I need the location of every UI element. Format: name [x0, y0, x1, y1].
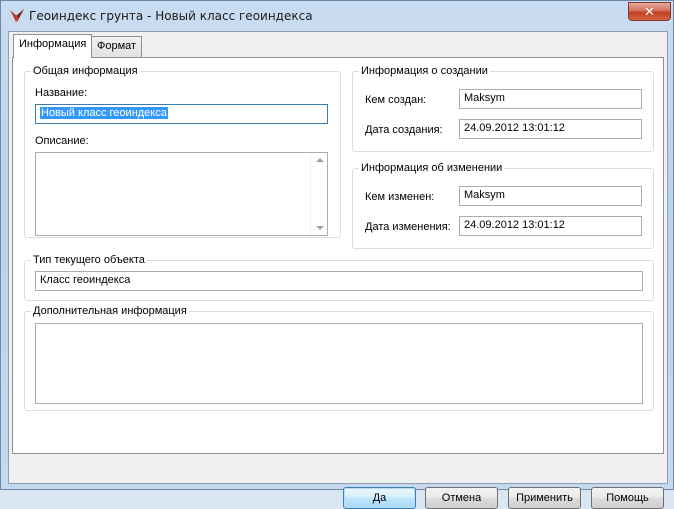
- app-icon: [9, 8, 25, 24]
- created-by-label: Кем создан:: [365, 94, 427, 106]
- additional-info-legend: Дополнительная информация: [31, 305, 189, 318]
- title-bar[interactable]: Геоиндекс грунта - Новый класс геоиндекс…: [1, 1, 673, 31]
- general-info-legend: Общая информация: [31, 65, 140, 78]
- scroll-down-arrow-icon[interactable]: [316, 226, 324, 230]
- modification-info-legend: Информация об изменении: [359, 162, 505, 175]
- object-type-field[interactable]: Класс геоиндекса: [35, 271, 643, 291]
- help-button[interactable]: Помощь: [591, 487, 664, 509]
- dialog-client-area: Информация Формат Общая информация Назва…: [8, 31, 668, 509]
- name-value: Новый класс геоиндекса: [40, 107, 168, 119]
- additional-info-group: Дополнительная информация: [24, 305, 654, 411]
- description-label: Описание:: [35, 135, 89, 147]
- name-field[interactable]: Новый класс геоиндекса: [35, 104, 328, 124]
- dialog-window: Геоиндекс грунта - Новый класс геоиндекс…: [0, 0, 674, 509]
- created-by-field[interactable]: Maksym: [459, 89, 642, 109]
- cancel-button[interactable]: Отмена: [425, 487, 498, 509]
- name-label: Название:: [35, 87, 88, 99]
- created-date-label: Дата создания:: [365, 124, 443, 136]
- tab-information[interactable]: Информация: [13, 34, 93, 58]
- created-date-field[interactable]: 24.09.2012 13:01:12: [459, 119, 642, 139]
- description-field[interactable]: [35, 152, 328, 236]
- modified-by-field[interactable]: Maksym: [459, 186, 642, 206]
- tab-panel-information: Общая информация Название: Новый класс г…: [12, 57, 664, 454]
- modified-by-label: Кем изменен:: [365, 191, 435, 203]
- additional-info-field[interactable]: [35, 323, 643, 404]
- scroll-up-arrow-icon[interactable]: [316, 158, 324, 162]
- modified-date-label: Дата изменения:: [365, 221, 451, 233]
- apply-button[interactable]: Применить: [508, 487, 581, 509]
- window-title: Геоиндекс грунта - Новый класс геоиндекс…: [29, 9, 313, 23]
- tab-format[interactable]: Формат: [91, 36, 143, 57]
- creation-info-group: Информация о создании Кем создан: Maksym…: [352, 65, 654, 152]
- description-scrollbar[interactable]: [310, 153, 327, 235]
- ok-button[interactable]: Да: [343, 487, 416, 509]
- general-info-group: Общая информация Название: Новый класс г…: [24, 65, 341, 238]
- creation-info-legend: Информация о создании: [359, 65, 490, 78]
- modification-info-group: Информация об изменении Кем изменен: Mak…: [352, 162, 654, 249]
- object-type-group: Тип текущего объекта Класс геоиндекса: [24, 254, 654, 301]
- modified-date-field[interactable]: 24.09.2012 13:01:12: [459, 216, 642, 236]
- close-icon[interactable]: ✕: [628, 2, 671, 21]
- object-type-legend: Тип текущего объекта: [31, 254, 147, 267]
